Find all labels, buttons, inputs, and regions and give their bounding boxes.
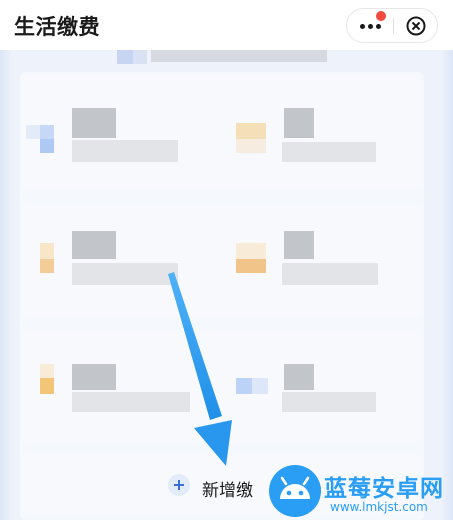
close-button[interactable] (394, 9, 438, 42)
close-circle-icon (406, 16, 426, 36)
watermark-title: 蓝莓安卓网 (324, 476, 444, 502)
account-text-blurred (151, 50, 327, 62)
tile-title-blurred (72, 108, 116, 138)
notification-badge (376, 11, 386, 21)
plus-icon[interactable] (168, 474, 190, 496)
tile-icon-blurred (26, 125, 40, 139)
tile-icon-blurred (236, 123, 266, 139)
tile-icon-blurred (40, 364, 54, 378)
tile-subtitle-blurred (282, 392, 376, 412)
payment-tile-2[interactable] (222, 76, 422, 188)
page-title: 生活缴费 (14, 15, 100, 39)
android-robot-icon (269, 465, 321, 517)
watermark-url: www.lmkjst.com (330, 500, 428, 514)
tile-title-blurred (284, 364, 314, 390)
tile-title-blurred (72, 364, 116, 390)
title-bar: 生活缴费 (0, 0, 453, 50)
app-screen: 新增缴 生活缴费 蓝莓安卓网 www.lmkjst.com (0, 0, 453, 520)
payment-tile-4[interactable] (222, 205, 422, 317)
tile-icon-blurred (40, 259, 54, 273)
account-icon (117, 48, 133, 64)
tile-title-blurred (72, 231, 116, 259)
menu-capsule (346, 8, 438, 43)
payment-tile-1[interactable] (22, 76, 222, 188)
more-button[interactable] (347, 9, 393, 42)
tile-icon-blurred (236, 259, 266, 273)
left-edge (0, 50, 12, 520)
tile-icon-blurred (40, 243, 54, 259)
more-dots-icon (360, 24, 365, 29)
tile-subtitle-blurred (72, 140, 178, 162)
tile-icon-blurred (236, 139, 266, 153)
tile-icon-blurred (252, 378, 268, 394)
right-edge (441, 50, 453, 520)
pointer-arrow-icon (168, 272, 232, 466)
add-payment-label[interactable]: 新增缴 (202, 476, 253, 501)
tile-icon-blurred (40, 378, 54, 394)
payment-tile-6[interactable] (222, 330, 422, 442)
tile-icon-blurred (40, 139, 54, 153)
tile-icon-blurred (40, 125, 54, 139)
tile-subtitle-blurred (282, 263, 378, 285)
more-dots-icon (376, 24, 381, 29)
account-selector[interactable] (117, 48, 327, 65)
more-dots-icon (368, 24, 373, 29)
tile-icon-blurred (236, 243, 266, 259)
tile-subtitle-blurred (282, 142, 376, 162)
tile-title-blurred (284, 231, 314, 259)
tile-title-blurred (284, 108, 314, 138)
account-icon-part (133, 48, 147, 64)
